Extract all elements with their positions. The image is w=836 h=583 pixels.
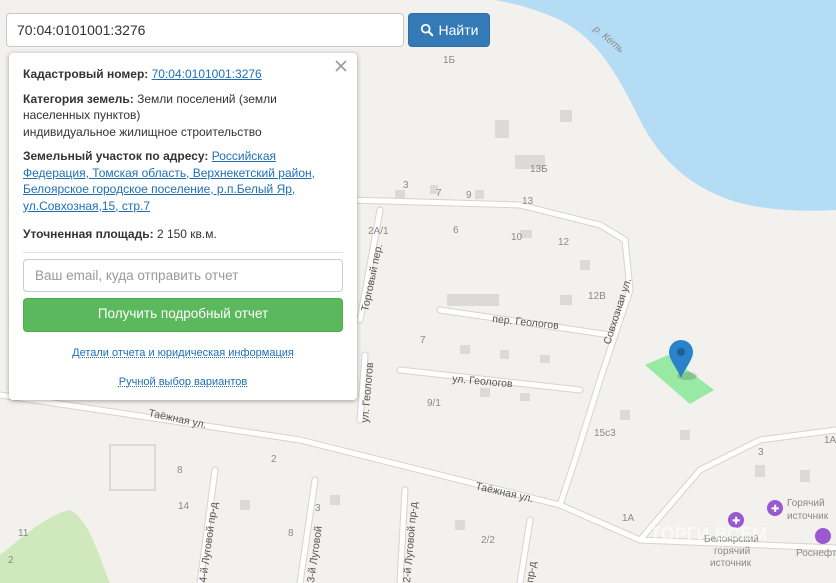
search-input[interactable]	[6, 13, 404, 47]
svg-text:источник: источник	[787, 511, 829, 522]
close-icon[interactable]	[333, 58, 349, 74]
get-report-label: Получить подробный отчет	[97, 306, 269, 322]
search-icon	[420, 23, 433, 37]
svg-text:✚: ✚	[771, 504, 779, 515]
search-button[interactable]: Найти	[408, 13, 490, 47]
svg-text:12В: 12В	[588, 291, 606, 302]
svg-text:13Б: 13Б	[530, 164, 548, 175]
svg-text:10: 10	[511, 232, 523, 243]
watermark: ТОРГИ ВСЕМ	[650, 524, 767, 544]
email-field[interactable]	[23, 258, 343, 292]
svg-text:Горячий: Горячий	[787, 498, 825, 509]
category-line3: индивидуальное жилищное строительство	[23, 124, 262, 139]
details-link-row: Детали отчета и юридическая информация	[23, 345, 343, 362]
cadastral-label: Кадастровый номер:	[23, 67, 149, 81]
parcel-info-popup: Кадастровый номер: 70:04:0101001:3276 Ка…	[9, 53, 357, 400]
manual-choice-link[interactable]: Ручной выбор вариантов	[119, 376, 247, 388]
divider	[23, 251, 343, 253]
svg-text:2: 2	[271, 454, 277, 465]
svg-text:1Б: 1Б	[443, 55, 456, 66]
svg-text:2А/1: 2А/1	[368, 226, 389, 237]
svg-text:14: 14	[178, 501, 190, 512]
svg-text:3: 3	[403, 180, 409, 191]
svg-text:9/1: 9/1	[427, 398, 441, 409]
svg-text:6: 6	[453, 225, 459, 236]
svg-text:2: 2	[8, 555, 14, 566]
get-report-button[interactable]: Получить подробный отчет	[23, 297, 343, 332]
svg-text:11: 11	[18, 528, 29, 539]
svg-text:1А: 1А	[824, 435, 836, 446]
cadastral-row: Кадастровый номер: 70:04:0101001:3276	[23, 66, 343, 83]
svg-text:горячий: горячий	[714, 546, 750, 557]
address-label: Земельный участок по адресу:	[23, 149, 209, 163]
svg-text:Роснефт: Роснефт	[796, 547, 836, 559]
svg-text:3: 3	[315, 503, 321, 514]
svg-text:13: 13	[522, 196, 534, 207]
svg-text:2/2: 2/2	[481, 535, 495, 546]
address-link-4[interactable]: ул.Совхозная,15, стр.7	[23, 199, 150, 213]
svg-text:15с3: 15с3	[594, 428, 616, 439]
svg-text:7: 7	[420, 335, 426, 346]
category-row: Категория земель: Земли поселений (земли…	[23, 91, 343, 141]
address-row: Земельный участок по адресу: Российская …	[23, 148, 343, 214]
area-value: 2 150 кв.м.	[156, 227, 217, 241]
category-label: Категория земель:	[23, 91, 134, 106]
area-row: Уточненная площадь: 2 150 кв.м.	[23, 226, 343, 243]
svg-text:7: 7	[436, 188, 442, 199]
svg-text:8: 8	[288, 528, 294, 539]
area-label: Уточненная площадь:	[23, 227, 154, 241]
svg-text:12: 12	[558, 237, 570, 248]
search-button-label: Найти	[438, 22, 479, 38]
svg-text:9: 9	[466, 190, 472, 201]
address-link-2[interactable]: Федерация, Томская область, Верхнекетски…	[23, 166, 315, 180]
category-line1: Земли поселений (земли	[137, 91, 277, 106]
manual-link-row: Ручной выбор вариантов	[23, 374, 343, 391]
category-line2: населенных пунктов)	[23, 108, 141, 122]
svg-text:8: 8	[177, 465, 183, 476]
address-link-3[interactable]: Белоярское городское поселение, р.п.Белы…	[23, 182, 295, 196]
cadastral-link[interactable]: 70:04:0101001:3276	[152, 67, 262, 81]
svg-text:3: 3	[758, 447, 764, 458]
svg-text:1А: 1А	[622, 513, 635, 524]
address-link-1[interactable]: Российская	[212, 149, 276, 163]
details-link[interactable]: Детали отчета и юридическая информация	[72, 347, 294, 359]
svg-text:источник: источник	[710, 558, 752, 569]
